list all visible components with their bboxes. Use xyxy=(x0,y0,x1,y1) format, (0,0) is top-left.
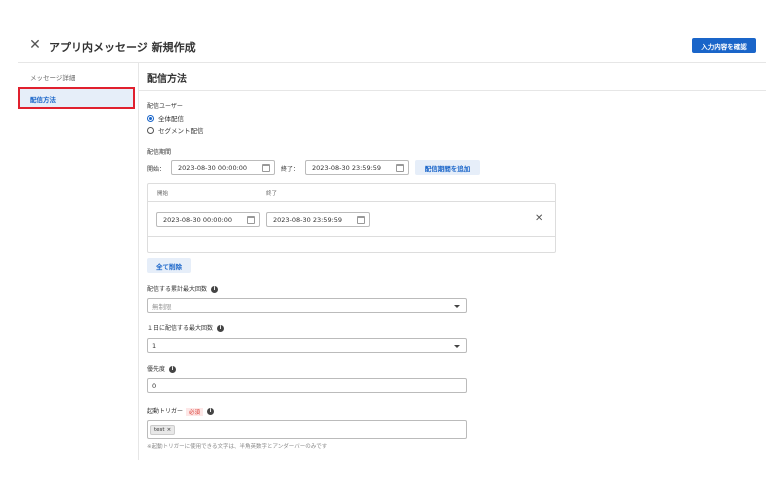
table-header-start: 開始 xyxy=(157,191,169,197)
radio-unchecked-icon xyxy=(147,126,154,134)
sidebar-divider xyxy=(138,62,139,460)
max-daily-label: １日に配信する最大回数 i xyxy=(147,323,225,332)
delete-all-button[interactable]: 全て削除 xyxy=(147,258,191,273)
trigger-input[interactable] xyxy=(147,420,467,439)
period-start-value: 2023-08-30 00:00:00 xyxy=(178,163,248,172)
required-badge: 必須 xyxy=(186,407,204,416)
period-end-value: 2023-08-30 23:59:59 xyxy=(312,163,382,172)
delivery-user-label: 配信ユーザー xyxy=(147,103,183,110)
calendar-icon[interactable] xyxy=(357,216,365,224)
chevron-down-icon xyxy=(454,345,460,348)
table-row-divider xyxy=(148,236,555,237)
trigger-label-text: 起動トリガー xyxy=(147,408,184,415)
row-end-input[interactable]: 2023-08-30 23:59:59 xyxy=(266,212,370,227)
period-start-input[interactable]: 2023-08-30 00:00:00 xyxy=(171,160,275,175)
calendar-icon[interactable] xyxy=(262,164,270,172)
info-icon[interactable]: i xyxy=(217,325,225,332)
radio-label: セグメント配信 xyxy=(158,127,204,135)
delivery-period-label: 配信期間 xyxy=(147,149,172,156)
section-divider xyxy=(138,90,766,91)
period-start-label: 開始： xyxy=(147,166,166,173)
period-end-input[interactable]: 2023-08-30 23:59:59 xyxy=(305,160,409,175)
section-title: 配信方法 xyxy=(147,74,187,85)
add-period-button[interactable]: 配信期間を追加 xyxy=(415,160,480,175)
close-icon[interactable]: ✕ xyxy=(28,38,42,52)
page-title: アプリ内メッセージ 新規作成 xyxy=(49,41,196,54)
info-icon[interactable]: i xyxy=(211,286,219,293)
remove-row-icon[interactable]: ✕ xyxy=(535,213,543,225)
radio-label: 全体配信 xyxy=(158,115,184,123)
sidebar-item-label: 配信方法 xyxy=(30,96,56,104)
priority-label-text: 優先度 xyxy=(147,366,166,373)
max-total-value: 無制限 xyxy=(152,302,172,311)
confirm-button[interactable]: 入力内容を確認 xyxy=(692,38,756,53)
chevron-down-icon xyxy=(454,305,460,308)
calendar-icon[interactable] xyxy=(396,164,404,172)
max-daily-select[interactable]: 1 xyxy=(147,338,467,353)
trigger-tag: test × xyxy=(150,425,176,435)
priority-input[interactable]: 0 xyxy=(147,378,467,393)
header-divider xyxy=(18,62,766,63)
period-end-label: 終了： xyxy=(281,166,300,173)
max-daily-label-text: １日に配信する最大回数 xyxy=(147,325,214,332)
max-daily-value: 1 xyxy=(152,341,157,350)
priority-label: 優先度 i xyxy=(147,364,177,373)
max-total-label: 配信する累計最大回数 i xyxy=(147,284,219,293)
trigger-tag-label: test xyxy=(154,427,165,433)
max-total-select[interactable]: 無制限 xyxy=(147,298,467,313)
max-total-label-text: 配信する累計最大回数 xyxy=(147,286,208,293)
tag-close-icon[interactable]: × xyxy=(167,427,172,433)
info-icon[interactable]: i xyxy=(169,366,177,373)
calendar-icon[interactable] xyxy=(247,216,255,224)
radio-checked-icon xyxy=(147,114,154,122)
row-start-input[interactable]: 2023-08-30 00:00:00 xyxy=(156,212,260,227)
sidebar-item-delivery-method[interactable]: 配信方法 xyxy=(18,87,135,109)
sidebar-item-message-details[interactable]: メッセージ詳細 xyxy=(30,72,75,82)
row-start-value: 2023-08-30 00:00:00 xyxy=(163,215,233,224)
table-header-divider xyxy=(148,201,555,202)
info-icon[interactable]: i xyxy=(207,408,215,415)
priority-value: 0 xyxy=(152,381,157,390)
row-end-value: 2023-08-30 23:59:59 xyxy=(273,215,343,224)
trigger-label: 起動トリガー 必須 i xyxy=(147,406,215,416)
radio-segment-delivery[interactable]: セグメント配信 xyxy=(147,125,204,135)
radio-all-delivery[interactable]: 全体配信 xyxy=(147,113,184,123)
table-header-end: 終了 xyxy=(266,191,278,197)
trigger-hint: ※起動トリガーに使用できる文字は、半角英数字とアンダーバーのみです xyxy=(147,444,328,450)
